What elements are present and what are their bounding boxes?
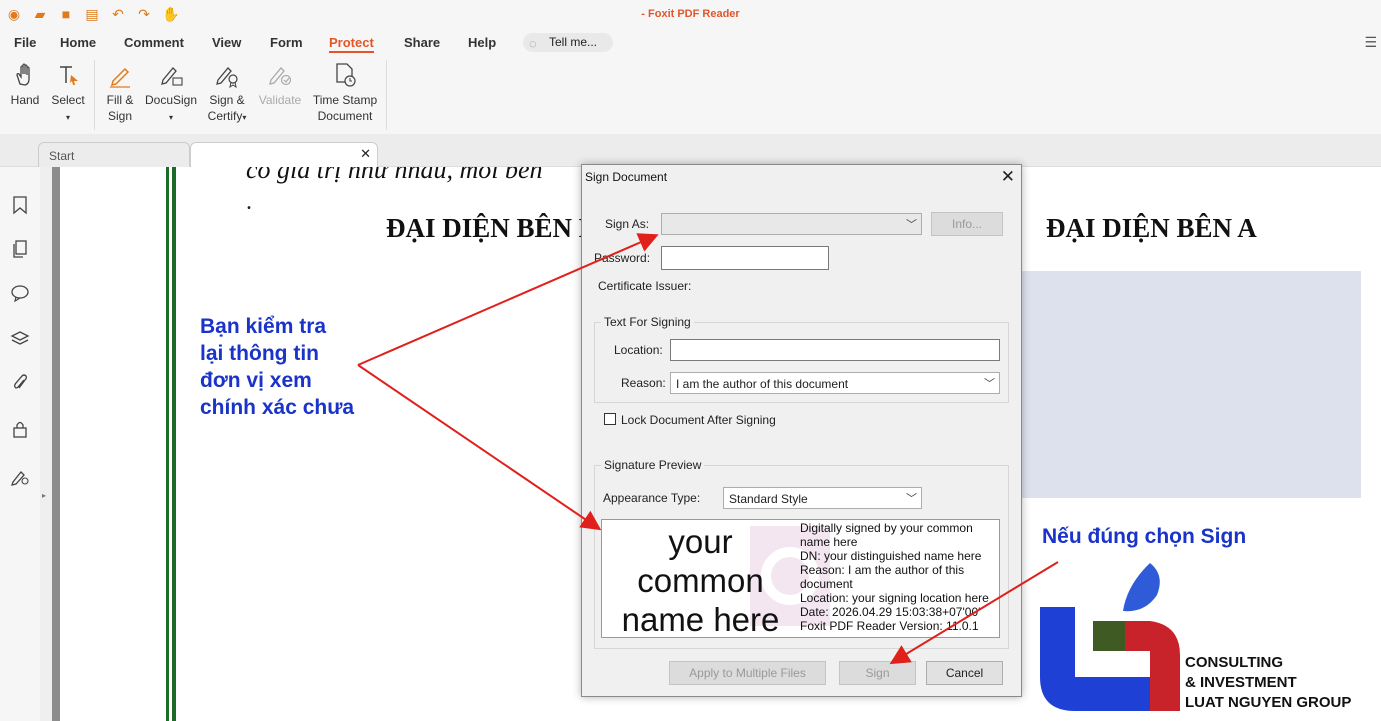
arrow-to-preview (357, 364, 602, 531)
arrow-to-sign-as (357, 233, 659, 366)
annotation-arrows (357, 233, 1059, 665)
arrow-to-sign-button (889, 561, 1059, 665)
